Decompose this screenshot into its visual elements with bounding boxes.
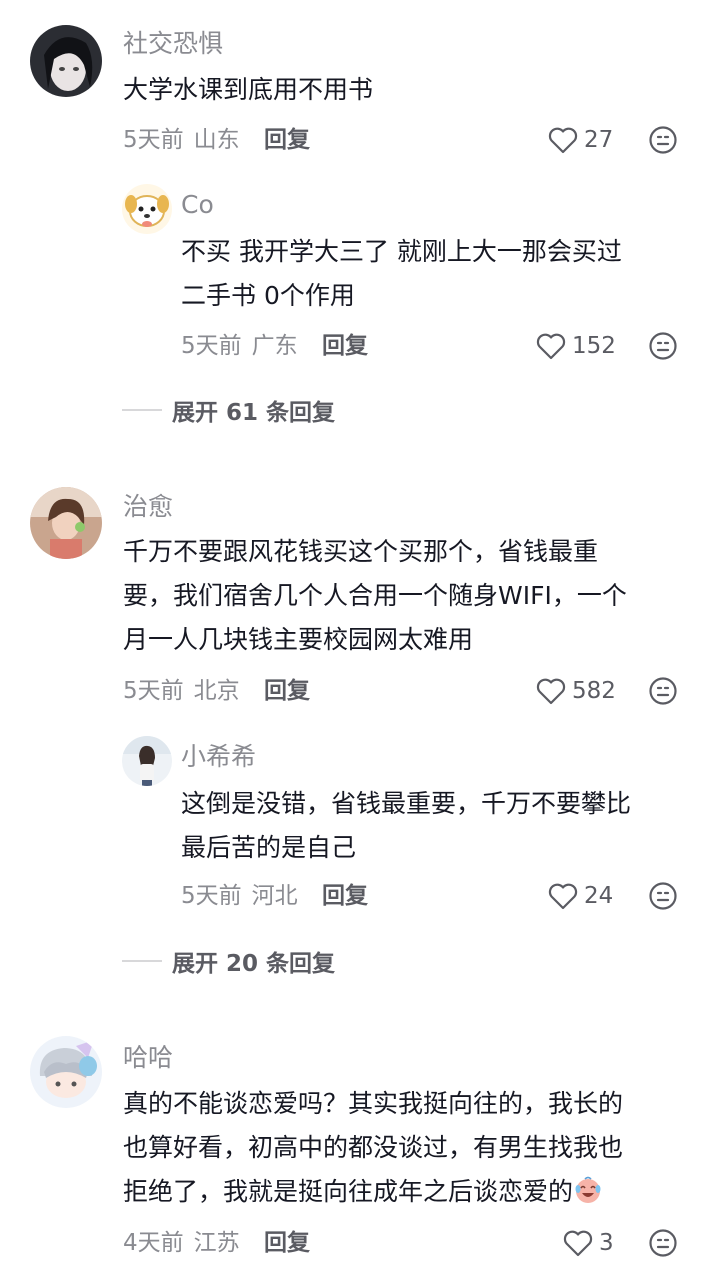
comment-meta: 4天前 江苏 — [123, 1227, 250, 1259]
comment-meta: 5天前 河北 — [181, 880, 308, 912]
ip-location: 河北 — [251, 883, 298, 909]
like-count: 27 — [584, 127, 614, 153]
reply-button[interactable]: 回复 — [264, 1227, 310, 1259]
text-line: 不买 我开学大三了 就刚上大一那会买过 — [181, 237, 622, 266]
timestamp: 4天前 — [123, 1230, 184, 1256]
comment-text: 千万不要跟风花钱买这个买那个，省钱最重 要，我们宿舍几个人合用一个随身WIFI，… — [123, 530, 703, 662]
like-count: 24 — [584, 883, 614, 909]
timestamp: 5天前 — [123, 678, 184, 704]
text-line-with-emoji: 拒绝了，我就是挺向往成年之后谈恋爱的 — [123, 1170, 703, 1214]
like-count: 582 — [572, 678, 616, 704]
text-line: 也算好看，初高中的都没谈过，有男生找我也 — [123, 1133, 624, 1162]
like-button[interactable]: 24 — [548, 880, 613, 912]
comment-text: 不买 我开学大三了 就刚上大一那会买过 二手书 0个作用 — [181, 230, 701, 318]
text-line: 拒绝了，我就是挺向往成年之后谈恋爱的 — [123, 1177, 574, 1206]
text-line: 最后苦的是自己 — [181, 833, 357, 862]
comment-text: 真的不能谈恋爱吗？其实我挺向往的，我长的 也算好看，初高中的都没谈过，有男生找我… — [123, 1082, 703, 1214]
like-button[interactable]: 27 — [548, 124, 613, 156]
ip-location: 北京 — [193, 678, 240, 704]
neutral-face-icon[interactable] — [648, 125, 678, 155]
text-line: 月一人几块钱主要校园网太难用 — [123, 625, 474, 654]
ip-location: 山东 — [193, 127, 240, 153]
text-line: 真的不能谈恋爱吗？其实我挺向往的，我长的 — [123, 1089, 624, 1118]
reply-button[interactable]: 回复 — [264, 675, 310, 707]
expand-replies-button[interactable]: 展开 61 条回复 — [122, 394, 335, 426]
text-line: 要，我们宿舍几个人合用一个随身WIFI，一个 — [123, 581, 627, 610]
username[interactable]: Co — [181, 189, 214, 221]
avatar[interactable] — [122, 184, 172, 234]
neutral-face-icon[interactable] — [648, 331, 678, 361]
like-button[interactable]: 582 — [536, 675, 616, 707]
username[interactable]: 哈哈 — [123, 1042, 173, 1074]
username[interactable]: 社交恐惧 — [123, 28, 223, 60]
avatar[interactable] — [30, 1036, 102, 1108]
heart-outline-icon — [536, 333, 566, 360]
text-line: 千万不要跟风花钱买这个买那个，省钱最重 — [123, 537, 599, 566]
neutral-face-icon[interactable] — [648, 676, 678, 706]
neutral-face-icon[interactable] — [648, 1228, 678, 1258]
like-count: 152 — [572, 333, 616, 359]
timestamp: 5天前 — [181, 883, 242, 909]
crying-laughing-emoji-icon — [573, 1175, 603, 1205]
ip-location: 江苏 — [193, 1230, 240, 1256]
avatar[interactable] — [30, 25, 102, 97]
like-count: 3 — [599, 1230, 614, 1256]
divider — [122, 960, 162, 962]
comment-text: 大学水课到底用不用书 — [123, 75, 374, 104]
text-line: 这倒是没错，省钱最重要，千万不要攀比 — [181, 789, 632, 818]
divider — [122, 409, 162, 411]
heart-outline-icon — [548, 127, 578, 154]
heart-outline-icon — [548, 883, 578, 910]
like-button[interactable]: 152 — [536, 330, 616, 362]
reply-button[interactable]: 回复 — [322, 880, 368, 912]
timestamp: 5天前 — [123, 127, 184, 153]
expand-replies-label: 展开 20 条回复 — [172, 951, 336, 977]
reply-button[interactable]: 回复 — [322, 330, 368, 362]
neutral-face-icon[interactable] — [648, 881, 678, 911]
reply-button[interactable]: 回复 — [264, 124, 310, 156]
comment-text: 这倒是没错，省钱最重要，千万不要攀比 最后苦的是自己 — [181, 782, 701, 870]
comment-meta: 5天前 广东 — [181, 330, 308, 362]
username[interactable]: 治愈 — [123, 491, 173, 523]
avatar[interactable] — [30, 487, 102, 559]
comment-meta: 5天前 山东 — [123, 124, 250, 156]
text-line: 二手书 0个作用 — [181, 281, 355, 310]
username[interactable]: 小希希 — [181, 741, 256, 773]
expand-replies-button[interactable]: 展开 20 条回复 — [122, 945, 335, 977]
comment-meta: 5天前 北京 — [123, 675, 250, 707]
timestamp: 5天前 — [181, 333, 242, 359]
like-button[interactable]: 3 — [563, 1227, 614, 1259]
expand-replies-label: 展开 61 条回复 — [172, 400, 336, 426]
heart-outline-icon — [563, 1230, 593, 1257]
avatar[interactable] — [122, 736, 172, 786]
heart-outline-icon — [536, 678, 566, 705]
ip-location: 广东 — [251, 333, 298, 359]
